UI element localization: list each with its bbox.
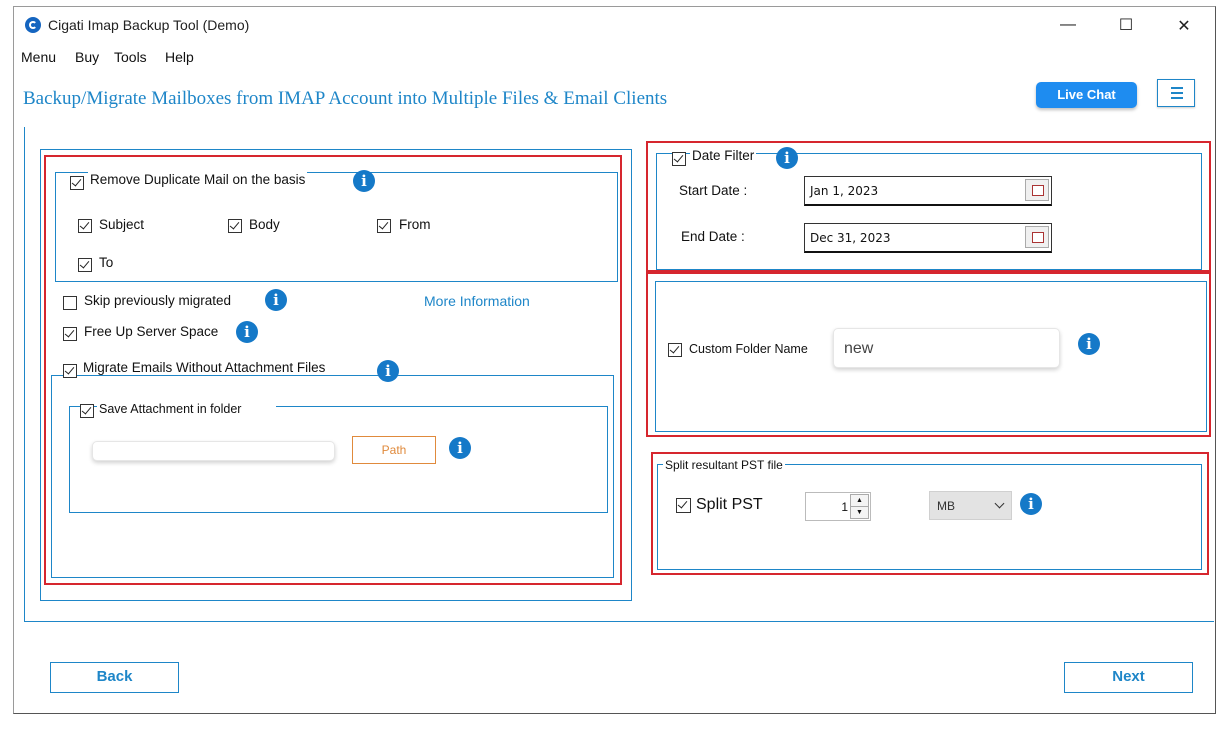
from-label: From [399, 217, 431, 232]
body-checkbox[interactable] [228, 219, 242, 233]
save-attachment-label: Save Attachment in folder [97, 402, 276, 416]
spin-down-button[interactable]: ▼ [850, 506, 869, 519]
skip-previously-label: Skip previously migrated [84, 293, 232, 308]
menu-buy[interactable]: Buy [75, 49, 99, 65]
skip-previously-checkbox[interactable] [63, 296, 77, 310]
free-up-checkbox[interactable] [63, 327, 77, 341]
more-information-link[interactable]: More Information [424, 293, 530, 309]
live-chat-button[interactable]: Live Chat [1036, 82, 1137, 108]
split-pst-checkbox[interactable] [676, 498, 691, 513]
chevron-down-icon [994, 498, 1005, 509]
skip-previously-info-icon[interactable]: i [265, 289, 287, 311]
start-date-label: Start Date : [679, 183, 748, 198]
window-title: Cigati Imap Backup Tool (Demo) [48, 17, 250, 33]
split-pst-label: Split PST [696, 496, 763, 513]
end-date-value: Dec 31, 2023 [810, 231, 891, 245]
path-info-icon[interactable]: i [449, 437, 471, 459]
calendar-icon [1032, 232, 1044, 243]
save-attachment-checkbox[interactable] [80, 404, 94, 418]
end-date-picker[interactable]: Dec 31, 2023 [804, 223, 1052, 253]
custom-folder-value: new [844, 340, 874, 357]
end-date-calendar-button[interactable] [1025, 226, 1049, 248]
calendar-icon [1032, 185, 1044, 196]
migrate-without-attach-checkbox[interactable] [63, 364, 77, 378]
custom-folder-checkbox[interactable] [668, 343, 682, 357]
migrate-without-attach-label: Migrate Emails Without Attachment Files [81, 360, 328, 375]
custom-folder-label: Custom Folder Name [689, 342, 808, 356]
migrate-without-attach-info-icon[interactable]: i [377, 360, 399, 382]
next-button[interactable]: Next [1064, 662, 1193, 693]
close-button[interactable]: ✕ [1169, 16, 1199, 36]
split-size-spinner[interactable]: 1 ▲ ▼ [805, 492, 871, 521]
date-filter-checkbox[interactable] [672, 152, 686, 166]
split-size-value: 1 [841, 500, 848, 514]
free-up-info-icon[interactable]: i [236, 321, 258, 343]
from-checkbox[interactable] [377, 219, 391, 233]
subject-label: Subject [99, 217, 145, 232]
menu-help[interactable]: Help [165, 49, 194, 65]
split-pst-info-icon[interactable]: i [1020, 493, 1042, 515]
start-date-calendar-button[interactable] [1025, 179, 1049, 201]
custom-folder-info-icon[interactable]: i [1078, 333, 1100, 355]
maximize-button[interactable]: ☐ [1111, 15, 1141, 35]
to-label: To [99, 255, 114, 270]
custom-folder-input[interactable]: new [833, 328, 1060, 368]
end-date-label: End Date : [681, 229, 745, 244]
minimize-button[interactable]: — [1053, 16, 1083, 34]
remove-duplicate-info-icon[interactable]: i [353, 170, 375, 192]
split-pst-group-title: Split resultant PST file [663, 458, 785, 472]
subject-checkbox[interactable] [78, 219, 92, 233]
attachment-path-input[interactable] [92, 441, 335, 461]
menu-tools[interactable]: Tools [114, 49, 147, 65]
date-filter-label: Date Filter [690, 148, 757, 163]
path-button[interactable]: Path [352, 436, 436, 464]
hamburger-menu-icon [1171, 87, 1183, 89]
page-title: Backup/Migrate Mailboxes from IMAP Accou… [23, 88, 668, 109]
remove-duplicate-label: Remove Duplicate Mail on the basis [88, 172, 308, 187]
body-label: Body [249, 217, 280, 232]
size-unit-select[interactable]: MB [929, 491, 1012, 520]
app-logo-icon [25, 17, 41, 33]
hamburger-line [1171, 92, 1183, 94]
start-date-picker[interactable]: Jan 1, 2023 [804, 176, 1052, 206]
start-date-value: Jan 1, 2023 [810, 184, 879, 198]
free-up-label: Free Up Server Space [84, 324, 219, 339]
hamburger-line [1171, 97, 1183, 99]
date-filter-info-icon[interactable]: i [776, 147, 798, 169]
size-unit-value: MB [937, 499, 955, 513]
remove-duplicate-checkbox[interactable] [70, 176, 84, 190]
menu-menu[interactable]: Menu [21, 49, 56, 65]
back-button[interactable]: Back [50, 662, 179, 693]
to-checkbox[interactable] [78, 258, 92, 272]
hamburger-menu-button[interactable] [1157, 79, 1195, 107]
